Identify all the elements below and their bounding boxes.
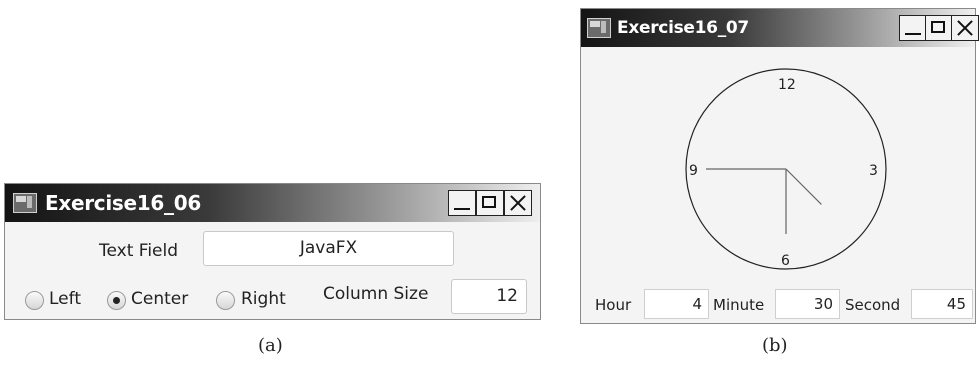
clock-number-6: 6 xyxy=(781,253,790,269)
radio-left-icon[interactable] xyxy=(25,291,44,310)
clock-hour-hand xyxy=(785,168,822,205)
clock-number-3: 3 xyxy=(869,163,878,179)
close-icon[interactable] xyxy=(504,190,532,216)
second-value: 45 xyxy=(946,295,966,313)
second-label: Second xyxy=(845,296,901,314)
radio-right-icon[interactable] xyxy=(216,291,235,310)
radio-right-label[interactable]: Right xyxy=(241,289,286,309)
radio-center-label[interactable]: Center xyxy=(131,289,188,309)
radio-center-icon[interactable] xyxy=(107,291,126,310)
window-b-titlebar[interactable]: Exercise16_07 xyxy=(581,9,979,47)
minute-value: 30 xyxy=(813,295,833,313)
text-field-input[interactable]: JavaFX xyxy=(203,231,454,266)
exercise16-06-window: Exercise16_06 Text Field JavaFX Left Cen… xyxy=(4,183,541,320)
exercise16-07-window: Exercise16_07 12 3 6 9 Hour 4 Minute 30 … xyxy=(580,8,979,324)
radio-left-label[interactable]: Left xyxy=(49,289,81,309)
minute-input[interactable]: 30 xyxy=(775,289,840,319)
window-a-titlebar[interactable]: Exercise16_06 xyxy=(5,184,540,222)
app-icon xyxy=(13,193,37,213)
column-size-value: 12 xyxy=(496,286,518,306)
hour-value: 4 xyxy=(692,295,702,313)
second-input[interactable]: 45 xyxy=(911,289,973,319)
column-size-input[interactable]: 12 xyxy=(451,279,527,314)
minute-label: Minute xyxy=(713,296,765,314)
column-size-label: Column Size xyxy=(323,284,429,304)
close-icon[interactable] xyxy=(951,15,979,41)
minimize-icon[interactable] xyxy=(448,190,476,216)
text-field-value: JavaFX xyxy=(299,238,358,258)
hour-label: Hour xyxy=(595,296,632,314)
clock-face: 12 3 6 9 xyxy=(685,68,887,270)
caption-b: (b) xyxy=(762,335,788,356)
maximize-icon[interactable] xyxy=(925,15,953,41)
minimize-icon[interactable] xyxy=(899,15,927,41)
maximize-icon[interactable] xyxy=(476,190,504,216)
caption-a: (a) xyxy=(258,335,283,356)
hour-input[interactable]: 4 xyxy=(644,289,709,319)
text-field-label: Text Field xyxy=(99,241,179,261)
window-b-title: Exercise16_07 xyxy=(617,18,749,38)
window-a-title: Exercise16_06 xyxy=(45,191,201,215)
clock-number-12: 12 xyxy=(778,77,796,93)
app-icon xyxy=(587,18,611,38)
clock-number-9: 9 xyxy=(689,163,698,179)
